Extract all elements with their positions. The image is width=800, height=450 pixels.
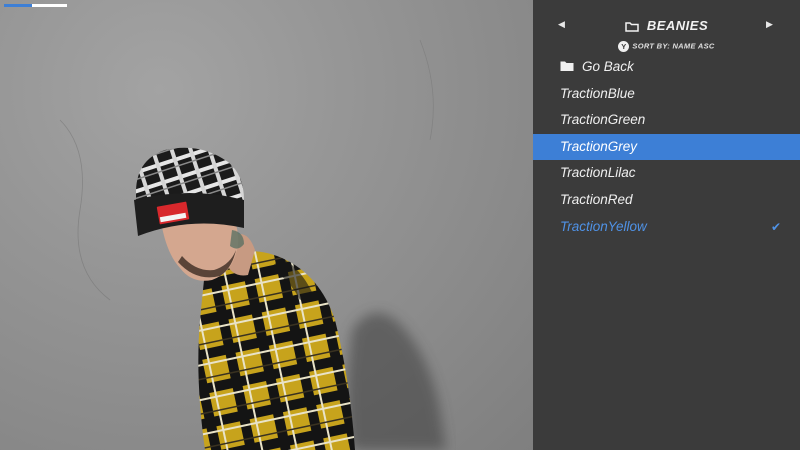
- menu-item-label: TractionGreen: [560, 112, 646, 128]
- menu-item-tractiongrey[interactable]: TractionGrey: [533, 133, 800, 161]
- folder-icon: [560, 61, 574, 71]
- menu-item-label: TractionLilac: [560, 165, 636, 181]
- menu-item-label: TractionGrey: [560, 138, 638, 154]
- menu-item-tractionlilac[interactable]: TractionLilac: [533, 160, 800, 187]
- loading-progress-fill: [4, 4, 33, 7]
- menu-item-label: TractionBlue: [560, 85, 635, 101]
- menu-item-tractionyellow[interactable]: TractionYellow ✔: [533, 214, 800, 241]
- menu-item-label: TractionYellow: [560, 218, 647, 234]
- game-viewport: [0, 0, 533, 450]
- menu-item-list: Go Back TractionBlue TractionGreen Tractio…: [533, 54, 800, 240]
- menu-item-label: TractionRed: [560, 191, 633, 207]
- checkmark-icon: ✔: [770, 219, 781, 234]
- menu-item-tractionblue[interactable]: TractionBlue: [533, 81, 800, 108]
- y-button-icon: Y: [618, 41, 630, 52]
- concrete-wall: [0, 0, 533, 450]
- go-back-label: Go Back: [582, 59, 634, 74]
- menu-item-tractionred[interactable]: TractionRed: [533, 187, 800, 214]
- triangle-right-icon[interactable]: ▶: [766, 20, 773, 30]
- item-options: TractionBlue TractionGreen TractionGrey Tra…: [533, 81, 800, 241]
- clothing-menu-panel: ◀ BEANIES ▶ Y SORT BY: NAME ASC Go Back T…: [533, 0, 800, 450]
- sort-label: SORT BY: NAME ASC: [632, 41, 715, 51]
- menu-item-tractiongreen[interactable]: TractionGreen: [533, 107, 800, 134]
- category-title-text: BEANIES: [646, 18, 709, 33]
- menu-header: ◀ BEANIES ▶ Y SORT BY: NAME ASC: [533, 0, 800, 58]
- go-back-item[interactable]: Go Back: [533, 54, 800, 81]
- sort-indicator[interactable]: Y SORT BY: NAME ASC: [533, 41, 800, 52]
- category-title: BEANIES: [533, 18, 800, 33]
- folder-icon: [625, 22, 639, 32]
- loading-progress-bar: [4, 4, 67, 7]
